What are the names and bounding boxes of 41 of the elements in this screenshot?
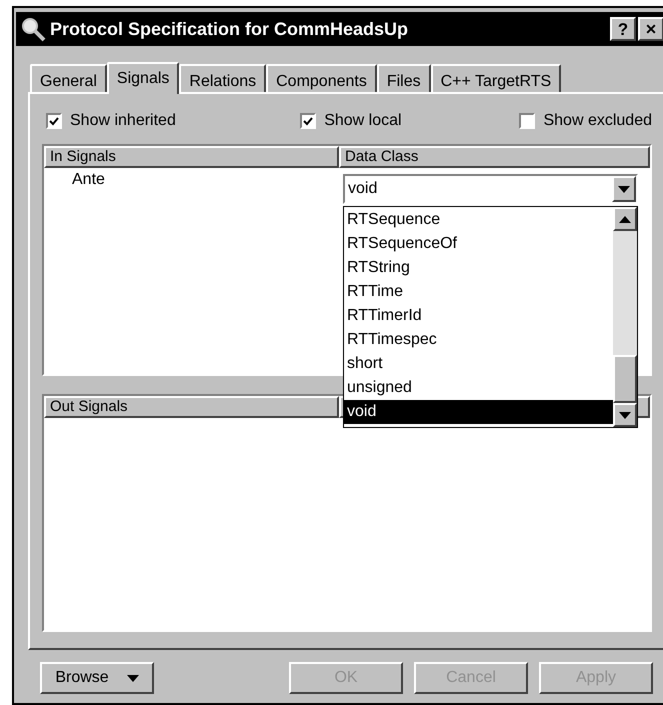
tab[interactable]: Signals xyxy=(106,62,180,94)
tab[interactable]: General xyxy=(30,64,107,92)
tab[interactable]: Relations xyxy=(179,64,266,92)
dropdown-option[interactable]: void xyxy=(344,400,613,424)
scrollbar-thumb[interactable] xyxy=(613,355,637,403)
checkbox[interactable] xyxy=(46,113,62,129)
checkbox[interactable] xyxy=(300,113,316,129)
scrollbar[interactable] xyxy=(613,207,637,427)
checkbox-label: Show local xyxy=(324,111,402,131)
scroll-up-icon xyxy=(619,216,631,222)
checkbox-label: Show inherited xyxy=(70,111,176,131)
checkbox-label: Show excluded xyxy=(543,111,652,131)
caret-down-icon xyxy=(126,674,139,682)
column-header[interactable]: Data Class xyxy=(339,146,650,168)
dropdown-option[interactable]: RTString xyxy=(344,256,613,280)
caret-down-icon xyxy=(618,186,630,192)
tab[interactable]: Files xyxy=(376,64,431,92)
dropdown-option[interactable]: RTSequence xyxy=(344,208,613,232)
tab[interactable]: Components xyxy=(266,64,377,92)
dropdown-option[interactable]: RTTimerId xyxy=(344,304,613,328)
window-title: Protocol Specification for CommHeadsUp xyxy=(50,18,410,41)
browse-menu-button[interactable]: Browse xyxy=(40,662,154,694)
dropdown-option[interactable]: RTSequenceOf xyxy=(344,232,613,256)
close-button[interactable]: × xyxy=(638,17,663,41)
data-class-combo[interactable]: void xyxy=(343,174,638,204)
column-header[interactable]: In Signals xyxy=(44,146,339,168)
combo-value: void xyxy=(347,179,378,199)
column-header[interactable]: Out Signals xyxy=(44,396,339,418)
dropdown-option[interactable]: RTTimespec xyxy=(344,328,613,352)
dropdown-option[interactable]: RTTime xyxy=(344,280,613,304)
dropdown-option[interactable]: unsigned xyxy=(344,376,613,400)
help-button[interactable]: ? xyxy=(610,17,636,41)
checkmark-icon xyxy=(303,116,314,126)
dropdown-button[interactable] xyxy=(612,176,636,202)
checkbox[interactable] xyxy=(519,113,536,129)
checkmark-icon xyxy=(49,116,59,126)
signal-name[interactable]: Ante xyxy=(72,168,105,192)
tab[interactable]: C++ TargetRTS xyxy=(430,64,562,92)
scroll-down-icon xyxy=(619,412,631,418)
magnifier-icon xyxy=(20,16,48,42)
dropdown-option[interactable]: short xyxy=(344,352,613,376)
